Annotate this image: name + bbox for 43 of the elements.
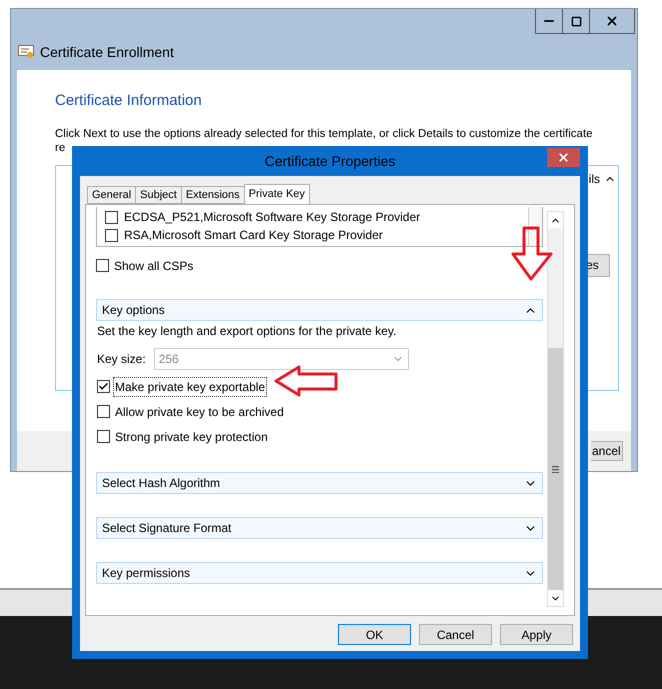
dialog-button[interactable]: Apply [500,624,573,645]
maximize-icon [570,16,582,26]
maximize-button[interactable] [563,9,590,34]
tab[interactable]: General [87,186,136,204]
checkbox-label: Make private key exportable [113,376,268,396]
section-description: Set the key length and export options for the private key. [97,323,398,340]
instruction-text: Click Next to use the options already selected for this template, or click Details to customize the certificate [55,126,594,140]
down-arrow-drawing [510,226,554,282]
checkbox[interactable] [105,228,118,242]
checkbox[interactable] [97,430,110,443]
checkbox-label: Allow private key to be archived [114,404,285,420]
section-header[interactable]: Key permissions [96,562,543,584]
close-icon [605,14,619,28]
page-heading: Certificate Information [55,91,203,111]
tab[interactable]: Extensions [180,186,245,204]
dialog-title: Certificate Properties [264,152,396,171]
dialog-button[interactable]: Cancel [419,624,492,645]
instruction-text: re [55,140,66,154]
csp-label: RSA,Microsoft Smart Card Key Storage Provider [124,227,383,244]
dialog-button[interactable]: OK [338,624,411,645]
checkbox-label: Strong private key protection [114,428,269,446]
checkbox[interactable] [105,210,118,224]
close-button[interactable] [547,148,580,167]
key-size-label: Key size: [97,351,146,368]
certificate-icon [18,45,34,59]
details-link[interactable]: ils [588,170,600,188]
grip-icon [552,466,559,472]
close-button[interactable] [590,9,635,34]
close-icon [557,151,570,164]
left-arrow-drawing [273,365,339,397]
tab[interactable]: Private Key [244,184,310,204]
csp-label: ECDSA_P521,Microsoft Software Key Storage Provider [124,209,420,226]
section-header[interactable]: Select Signature Format [96,517,543,539]
checkbox[interactable] [97,380,110,393]
tab[interactable]: Subject [135,186,182,204]
footer-button[interactable]: ancel [591,441,623,461]
minimize-button[interactable] [535,9,563,34]
window-title: Certificate Enrollment [40,42,174,62]
checkbox[interactable] [97,405,110,418]
checkbox-label: Show all CSPs [113,258,194,274]
section-header[interactable]: Select Hash Algorithm [96,472,543,494]
section-header[interactable]: Key options [96,299,543,321]
checkbox[interactable] [96,259,109,272]
